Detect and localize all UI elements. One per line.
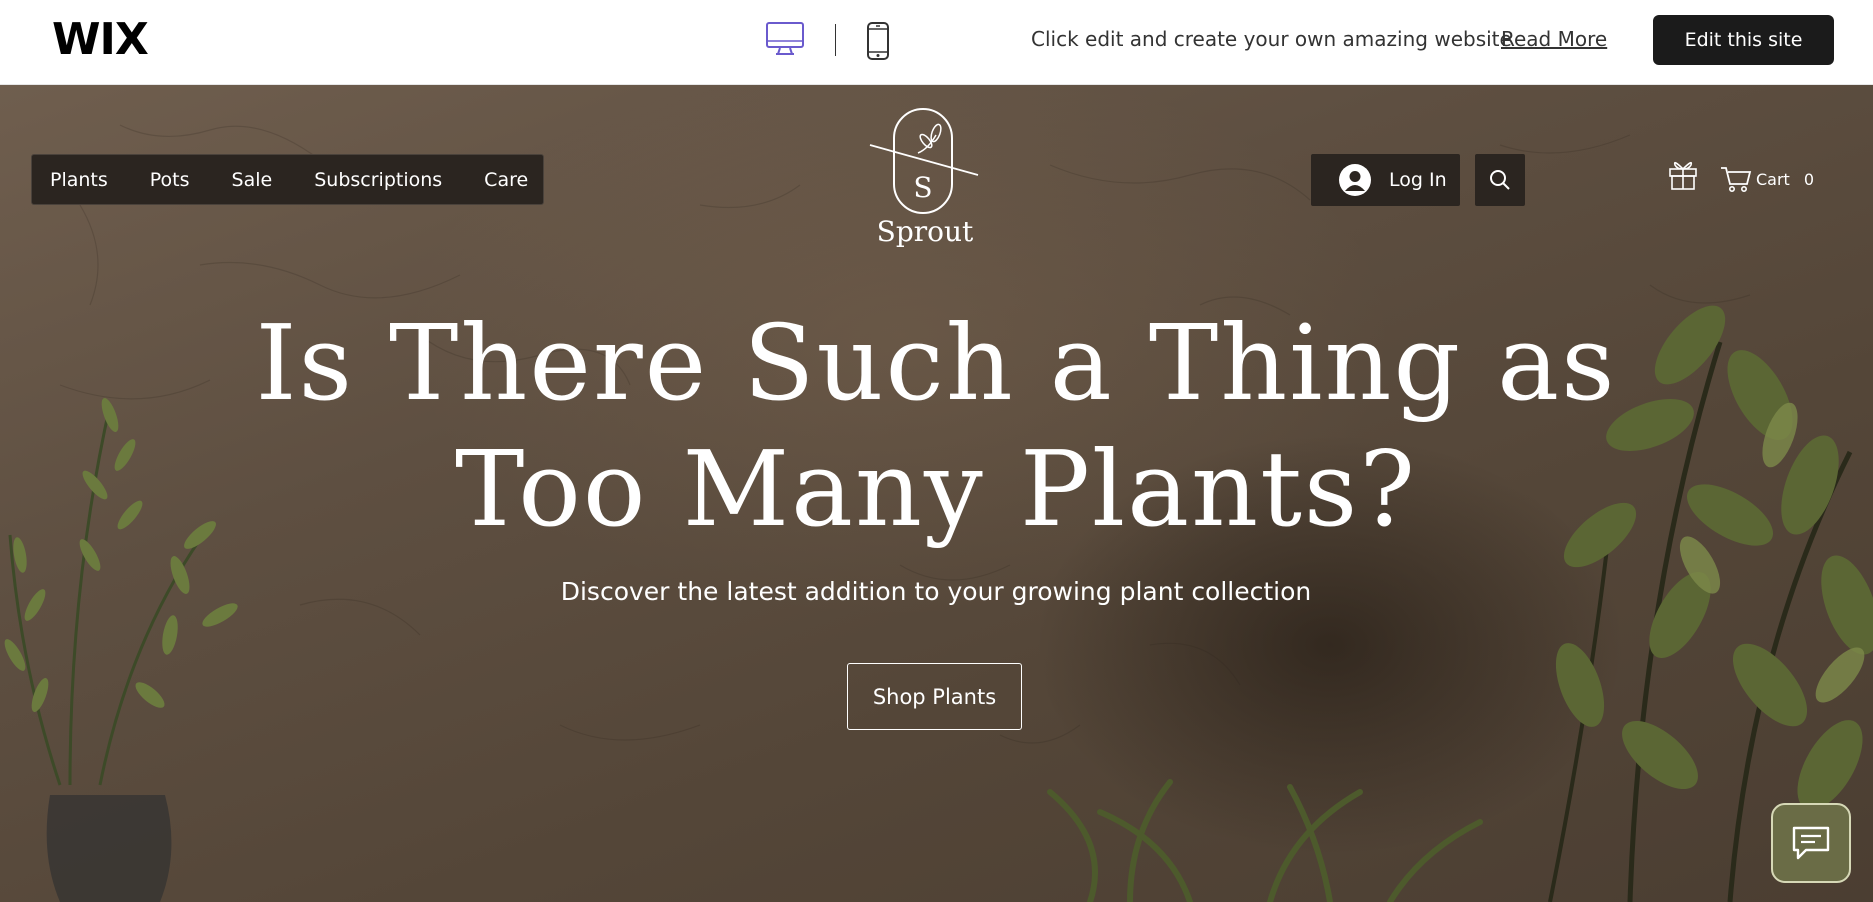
gift-icon[interactable] (1668, 159, 1698, 191)
login-button[interactable]: Log In (1311, 154, 1460, 206)
nav-item-care[interactable]: Care (484, 169, 528, 191)
nav-item-sale[interactable]: Sale (232, 169, 273, 191)
cart-icon (1721, 167, 1752, 192)
shop-plants-button[interactable]: Shop Plants (847, 663, 1022, 730)
hero-section: Plants Pots Sale Subscriptions Care S Sp… (0, 85, 1873, 902)
search-button[interactable] (1475, 154, 1525, 206)
desktop-icon[interactable] (766, 22, 804, 56)
bottom-plant-illustration (1047, 779, 1483, 902)
hero-headline-line1: Is There Such a Thing as (255, 302, 1617, 424)
hero-subline: Discover the latest addition to your gro… (560, 577, 1312, 606)
search-icon (1490, 170, 1510, 190)
hero-headline-line2: Too Many Plants? (454, 428, 1417, 550)
hero-headline: Is There Such a Thing as Too Many Plants… (236, 300, 1636, 552)
chat-button[interactable] (1771, 803, 1851, 883)
chat-icon (1792, 826, 1830, 860)
read-more-link[interactable]: Read More (1501, 27, 1607, 51)
main-nav: Plants Pots Sale Subscriptions Care (31, 154, 544, 205)
promo-text: Click edit and create your own amazing w… (1031, 27, 1512, 51)
user-avatar-icon (1339, 164, 1371, 196)
wix-top-bar: WIX Click edit and create your own amazi… (0, 0, 1873, 85)
mobile-icon[interactable] (866, 22, 890, 60)
sprout-logo-icon[interactable]: S (866, 107, 980, 215)
login-label: Log In (1389, 169, 1447, 191)
brand-monogram: S (913, 171, 932, 204)
nav-item-subscriptions[interactable]: Subscriptions (314, 169, 442, 191)
nav-item-plants[interactable]: Plants (50, 169, 108, 191)
device-separator (835, 24, 836, 56)
nav-item-pots[interactable]: Pots (150, 169, 190, 191)
brand-name[interactable]: Sprout (850, 215, 1000, 248)
edit-site-button[interactable]: Edit this site (1653, 15, 1834, 65)
wix-logo[interactable]: WIX (52, 16, 149, 64)
cart-button[interactable]: Cart 0 (1720, 165, 1814, 193)
cart-count: 0 (1803, 169, 1815, 189)
cart-label: Cart (1756, 169, 1790, 189)
